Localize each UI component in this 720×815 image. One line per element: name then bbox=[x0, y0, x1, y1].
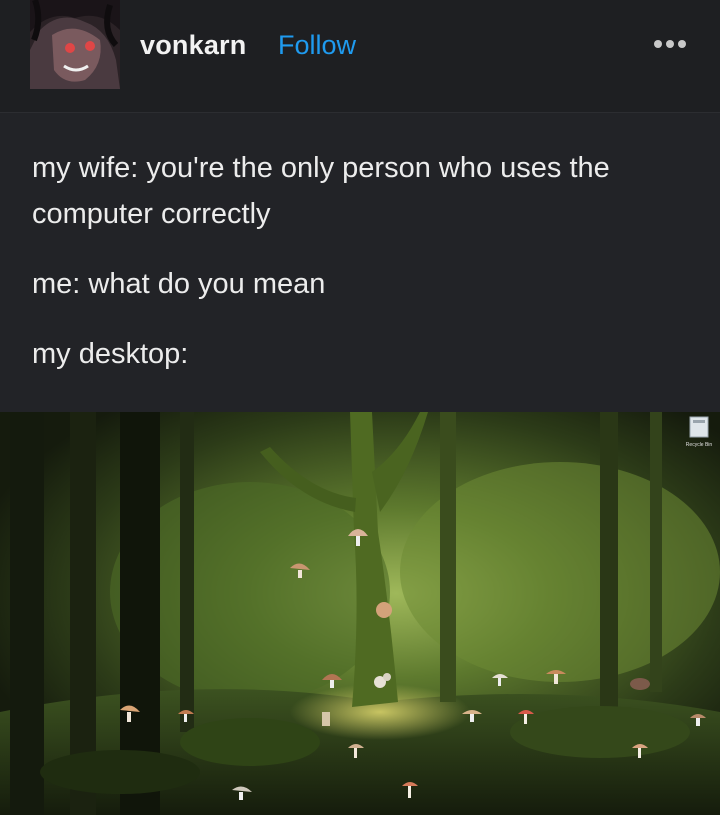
post-header: vonkarn Follow bbox=[0, 0, 720, 113]
post-body: my wife: you're the only person who uses… bbox=[32, 145, 702, 401]
ellipsis-icon[interactable] bbox=[654, 38, 690, 50]
post-line: my desktop: bbox=[32, 338, 189, 370]
recycle-bin-label: Recycle Bin bbox=[686, 442, 713, 448]
recycle-bin-icon[interactable] bbox=[689, 416, 709, 438]
desktop-screenshot[interactable]: Recycle Bin bbox=[0, 412, 720, 815]
mushroom-icon[interactable] bbox=[322, 712, 330, 726]
mushroom-icon[interactable] bbox=[630, 678, 650, 690]
post-line: me: what do you mean bbox=[32, 268, 326, 300]
username[interactable]: vonkarn bbox=[140, 30, 246, 61]
mushroom-icon[interactable] bbox=[376, 602, 392, 618]
post-line: my wife: you're the only person who uses… bbox=[32, 152, 610, 230]
avatar[interactable] bbox=[30, 0, 120, 89]
follow-button[interactable]: Follow bbox=[278, 30, 356, 61]
